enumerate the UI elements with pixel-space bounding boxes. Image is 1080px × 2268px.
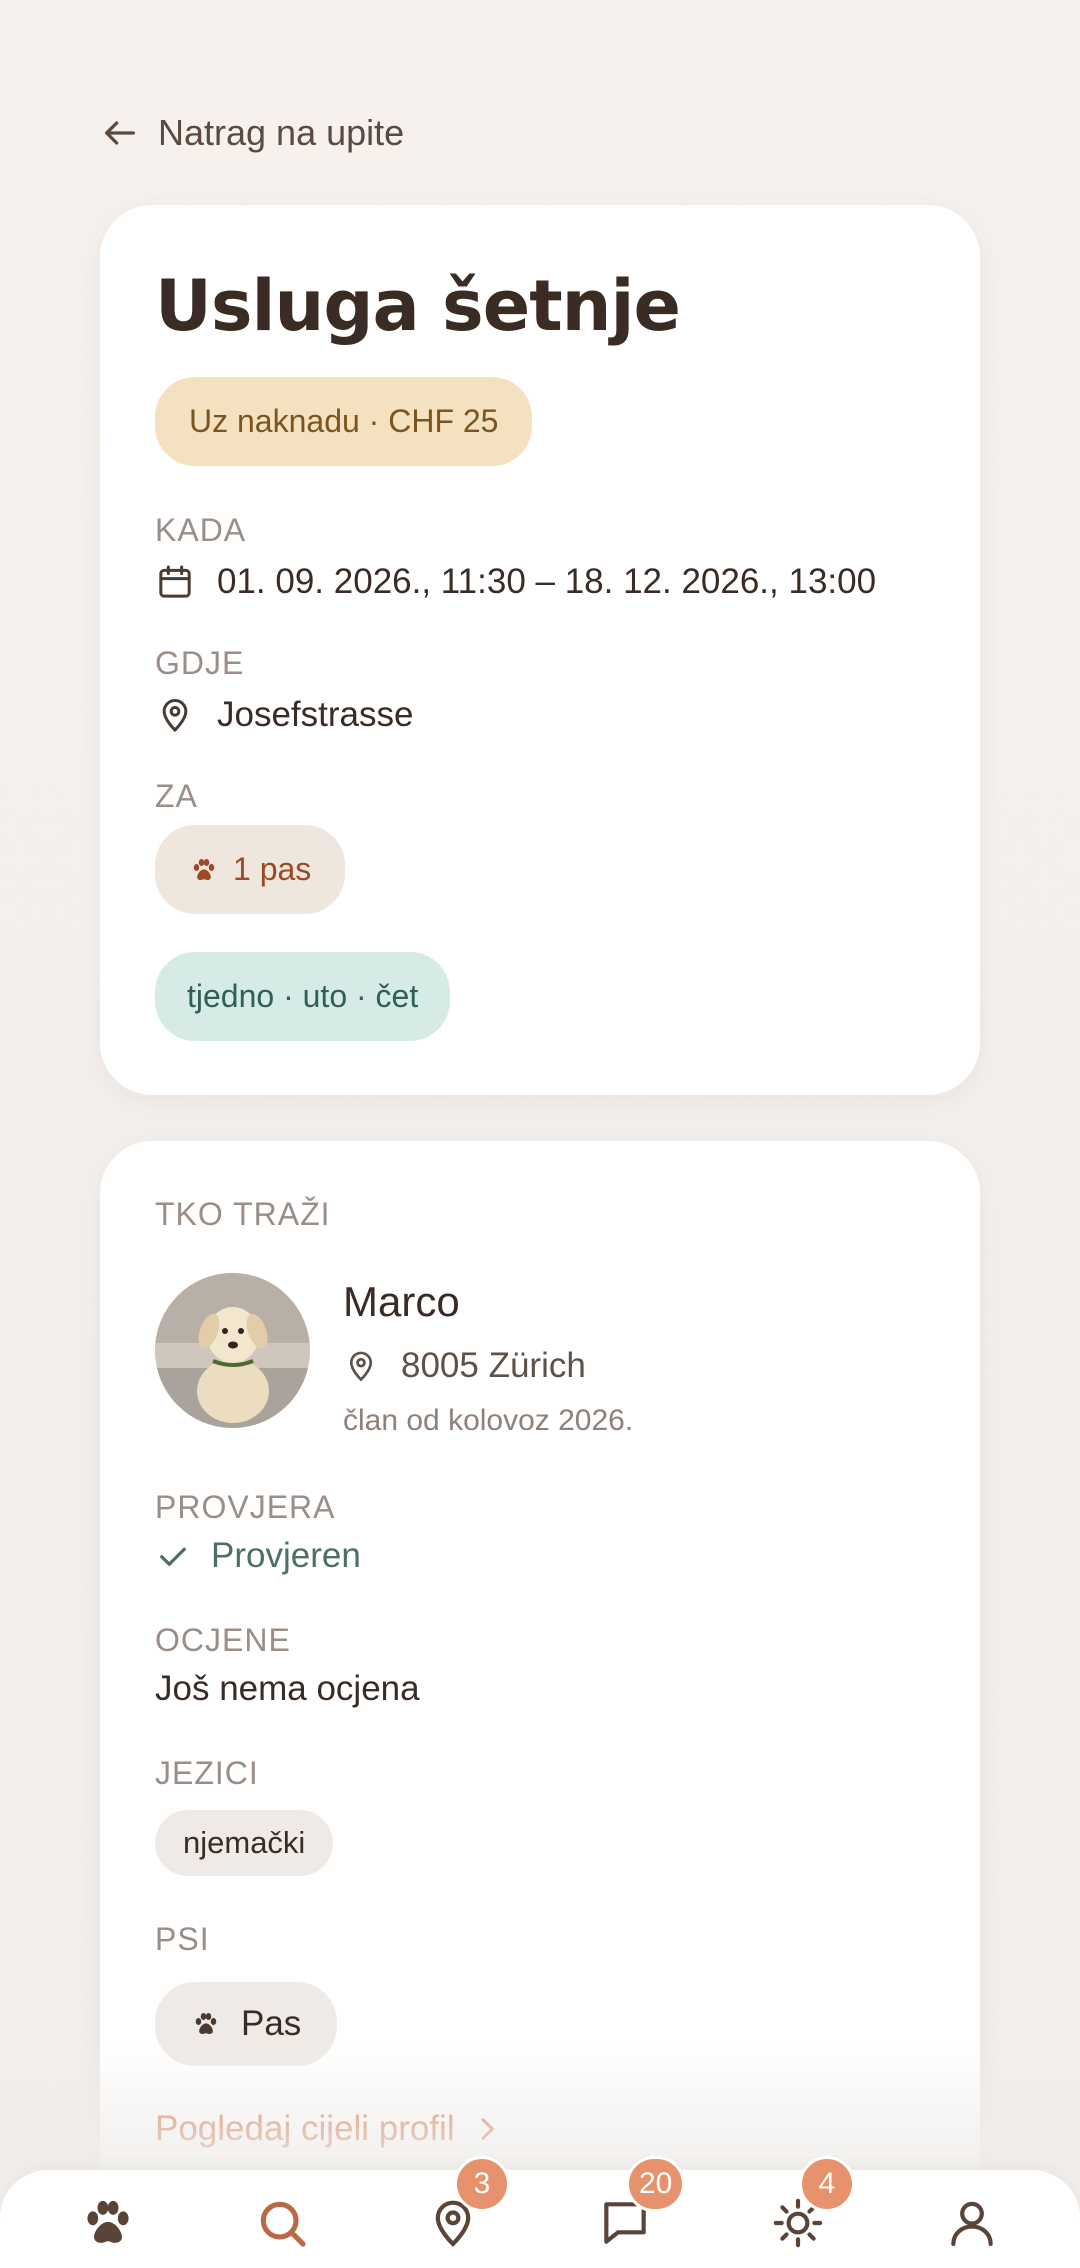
check-icon — [160, 1547, 186, 1566]
where-row: Josefstrasse — [155, 695, 413, 735]
verification-status: Provjeren — [155, 1536, 361, 1576]
schedule-badge: tjedno · uto · čet — [155, 952, 451, 1041]
when-value: 01. 09. 2026., 11:30 – 18. 12. 2026., 13… — [217, 562, 877, 601]
languages-label: JEZICI — [155, 1755, 259, 1791]
calendar-icon — [159, 565, 191, 598]
messages-badge: 20 — [626, 2156, 686, 2212]
requester-name: Marco — [343, 1278, 460, 1325]
nav-search[interactable] — [247, 2188, 317, 2258]
nav-map[interactable]: 3 — [418, 2156, 510, 2258]
verification-value: Provjeren — [211, 1536, 361, 1575]
dog-chip-label: Pas — [241, 2004, 302, 2043]
dogs-label: PSI — [155, 1921, 210, 1957]
verification-label: PROVJERA — [155, 1489, 336, 1525]
back-link[interactable]: Natrag na upite — [100, 112, 404, 154]
map-pin-icon — [349, 1351, 373, 1382]
where-value: Josefstrasse — [217, 695, 414, 734]
where-label: GDJE — [155, 645, 245, 681]
nav-profile[interactable] — [937, 2188, 1007, 2258]
request-card: Usluga šetnje Uz naknadu · CHF 25 KADA 0… — [100, 205, 980, 1095]
for-label: ZA — [155, 778, 198, 814]
ratings-label: OCJENE — [155, 1622, 291, 1658]
page-title: Usluga šetnje — [155, 265, 681, 347]
language-chip: njemački — [155, 1810, 334, 1876]
requester-location: 8005 Zürich — [343, 1346, 586, 1386]
dog-photo — [155, 1273, 310, 1428]
view-profile-label: Pogledaj cijeli profil — [155, 2109, 455, 2148]
bottom-nav: 3 20 4 — [0, 2156, 1080, 2268]
ratings-value: Još nema ocjena — [155, 1669, 420, 1708]
back-link-label: Natrag na upite — [158, 112, 405, 153]
nav-activity[interactable]: 4 — [763, 2156, 855, 2258]
paw-icon — [87, 2200, 129, 2243]
requester-card: TKO TRAŽI Marco 8005 Zürich član od kolo… — [100, 1141, 980, 2268]
view-profile-link[interactable]: Pogledaj cijeli profil — [155, 2109, 503, 2149]
nav-messages[interactable]: 20 — [590, 2156, 686, 2258]
user-icon — [951, 2201, 993, 2247]
dog-count-badge: 1 pas — [155, 825, 346, 914]
map-pin-icon — [162, 699, 188, 733]
paw-icon — [193, 858, 215, 880]
map-badge: 3 — [454, 2156, 510, 2212]
requester-section-label: TKO TRAŽI — [155, 1196, 331, 1232]
dog-count-label: 1 pas — [233, 851, 312, 887]
search-icon — [260, 2201, 306, 2247]
when-row: 01. 09. 2026., 11:30 – 18. 12. 2026., 13… — [155, 562, 876, 602]
dog-chip[interactable]: Pas — [155, 1982, 338, 2066]
requester-city: 8005 Zürich — [401, 1346, 586, 1385]
when-label: KADA — [155, 512, 247, 548]
activity-badge: 4 — [799, 2156, 855, 2212]
price-badge: Uz naknadu · CHF 25 — [155, 377, 533, 466]
arrow-left-icon — [105, 121, 135, 145]
member-since: član od kolovoz 2026. — [343, 1404, 634, 1437]
avatar[interactable] — [155, 1273, 310, 1428]
paw-icon — [195, 2013, 217, 2034]
nav-home[interactable] — [73, 2188, 143, 2258]
chevron-right-icon — [481, 2118, 494, 2140]
